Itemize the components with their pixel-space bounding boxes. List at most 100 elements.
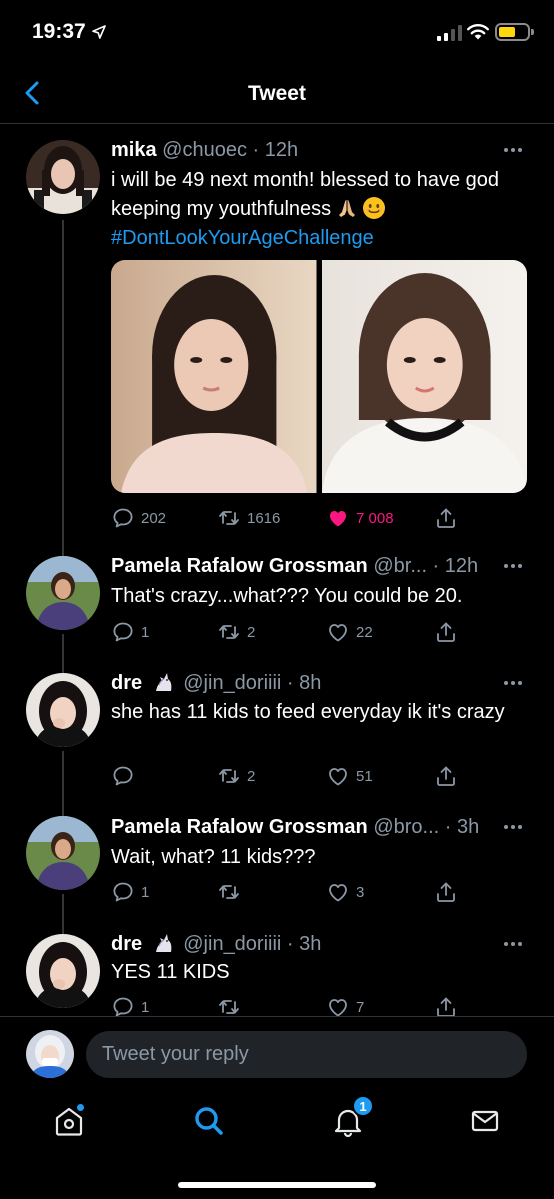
- avatar[interactable]: [26, 816, 100, 890]
- more-options-button[interactable]: [504, 146, 526, 154]
- tweet-text: she has 11 kids to feed everyday ik it's…: [111, 701, 505, 723]
- search-icon: [195, 1107, 223, 1135]
- retweet-button[interactable]: 2: [217, 620, 255, 644]
- reply-tweet[interactable]: Pamela Rafalow Grossman @bro... · 3h Wai…: [0, 798, 554, 922]
- tweet-photo-2[interactable]: [321, 260, 528, 493]
- unicorn-emoji-icon: [155, 934, 172, 952]
- author-handle[interactable]: @bro...: [373, 816, 439, 838]
- share-button[interactable]: [434, 506, 458, 530]
- avatar[interactable]: [26, 934, 100, 1008]
- like-button[interactable]: 51: [326, 764, 373, 788]
- like-icon: [326, 995, 350, 1016]
- avatar[interactable]: [26, 140, 100, 214]
- reply-icon: [111, 620, 135, 644]
- tab-search[interactable]: [189, 1101, 229, 1141]
- tweet-photo-1[interactable]: [111, 260, 317, 493]
- home-indicator[interactable]: [178, 1182, 376, 1188]
- like-button[interactable]: 7: [326, 995, 364, 1016]
- like-icon: [326, 880, 350, 904]
- like-count: 51: [356, 767, 373, 785]
- separator-dot: ·: [281, 933, 300, 955]
- tweet-actions: 2 51: [108, 764, 468, 790]
- author-handle[interactable]: @chuoec: [162, 139, 247, 161]
- share-icon: [434, 764, 458, 788]
- like-button[interactable]: 7 008: [326, 506, 394, 530]
- retweet-icon: [217, 506, 241, 530]
- tweet-text: YES 11 KIDS: [111, 961, 230, 983]
- tweet-header: dre @jin_doriiii · 3h: [111, 932, 504, 956]
- reply-button[interactable]: 202: [111, 506, 166, 530]
- author-handle[interactable]: @br...: [373, 555, 427, 577]
- wifi-icon: [467, 24, 489, 40]
- author-name[interactable]: mika: [111, 139, 157, 161]
- tweet-media[interactable]: [111, 260, 527, 493]
- separator-dot: ·: [439, 816, 458, 838]
- retweet-button[interactable]: 1616: [217, 506, 280, 530]
- reply-tweet[interactable]: dre @jin_doriiii · 8h she has 11 kids to…: [0, 661, 554, 798]
- navigation-header: Tweet: [0, 62, 554, 124]
- main-tweet[interactable]: mika @chuoec · 12h i will be 49 next mon…: [0, 124, 554, 534]
- reply-input[interactable]: [86, 1031, 527, 1078]
- tweet-header: Pamela Rafalow Grossman @bro... · 3h: [111, 815, 504, 839]
- tweet-time: 12h: [264, 139, 299, 161]
- tweet-actions: 1 2 22: [108, 620, 468, 646]
- tweet-time: 3h: [457, 816, 480, 838]
- author-name[interactable]: Pamela Rafalow Grossman: [111, 816, 368, 838]
- more-options-button[interactable]: [504, 562, 526, 570]
- reply-tweet[interactable]: dre @jin_doriiii · 3h YES 11 KIDS 1 7: [0, 922, 554, 1016]
- thread-line: [62, 922, 64, 934]
- my-avatar[interactable]: [26, 1030, 74, 1078]
- tweet-thread-screen: 19:37 Tweet mika @chuoec · 12h i will be…: [0, 0, 554, 1199]
- like-icon: [326, 764, 350, 788]
- tweet-text: i will be 49 next month! blessed to have…: [111, 166, 514, 253]
- tweet-actions: 1 7: [108, 995, 468, 1016]
- cellular-signal-icon: [437, 24, 462, 41]
- tab-notifications[interactable]: 1: [328, 1095, 374, 1141]
- more-options-button[interactable]: [504, 940, 526, 948]
- notifications-badge: 1: [352, 1095, 374, 1117]
- like-count: 7 008: [356, 509, 394, 527]
- retweet-button[interactable]: 2: [217, 764, 255, 788]
- share-button[interactable]: [434, 880, 458, 904]
- reply-composer: [0, 1016, 554, 1094]
- separator-dot: ·: [427, 555, 445, 577]
- more-options-button[interactable]: [504, 679, 526, 687]
- share-button[interactable]: [434, 995, 458, 1016]
- like-button[interactable]: 22: [326, 620, 373, 644]
- thread-line: [62, 661, 64, 673]
- avatar[interactable]: [26, 556, 100, 630]
- retweet-button[interactable]: [217, 880, 247, 904]
- unicorn-emoji-icon: [155, 673, 172, 691]
- like-button[interactable]: 3: [326, 880, 364, 904]
- status-bar: 19:37: [0, 0, 554, 62]
- reply-button[interactable]: [111, 764, 141, 788]
- like-count: 7: [356, 998, 365, 1016]
- share-icon: [434, 620, 458, 644]
- separator-dot: ·: [246, 139, 265, 161]
- tab-messages[interactable]: [465, 1101, 505, 1141]
- retweet-count: 1616: [247, 509, 281, 527]
- location-arrow-icon: [92, 25, 106, 39]
- author-handle[interactable]: @jin_doriiii: [183, 672, 281, 694]
- reply-icon: [111, 764, 135, 788]
- reply-count: 1: [141, 998, 150, 1016]
- messages-icon: [471, 1110, 499, 1132]
- folded-hands-icon: [339, 200, 356, 217]
- reply-tweet[interactable]: Pamela Rafalow Grossman @br... · 12h Tha…: [0, 534, 554, 661]
- tab-home[interactable]: [49, 1101, 89, 1141]
- share-button[interactable]: [434, 764, 458, 788]
- author-name[interactable]: Pamela Rafalow Grossman: [111, 555, 368, 577]
- reply-button[interactable]: 1: [111, 620, 149, 644]
- retweet-icon: [217, 620, 241, 644]
- share-button[interactable]: [434, 620, 458, 644]
- author-name[interactable]: dre: [111, 672, 142, 694]
- avatar[interactable]: [26, 673, 100, 747]
- author-name[interactable]: dre: [111, 933, 142, 955]
- reply-button[interactable]: 1: [111, 880, 149, 904]
- hashtag-link[interactable]: #DontLookYourAgeChallenge: [111, 227, 374, 249]
- retweet-button[interactable]: [217, 995, 247, 1016]
- more-options-button[interactable]: [504, 823, 526, 831]
- author-handle[interactable]: @jin_doriiii: [183, 933, 281, 955]
- bottom-tab-bar: 1: [0, 1094, 554, 1199]
- reply-button[interactable]: 1: [111, 995, 149, 1016]
